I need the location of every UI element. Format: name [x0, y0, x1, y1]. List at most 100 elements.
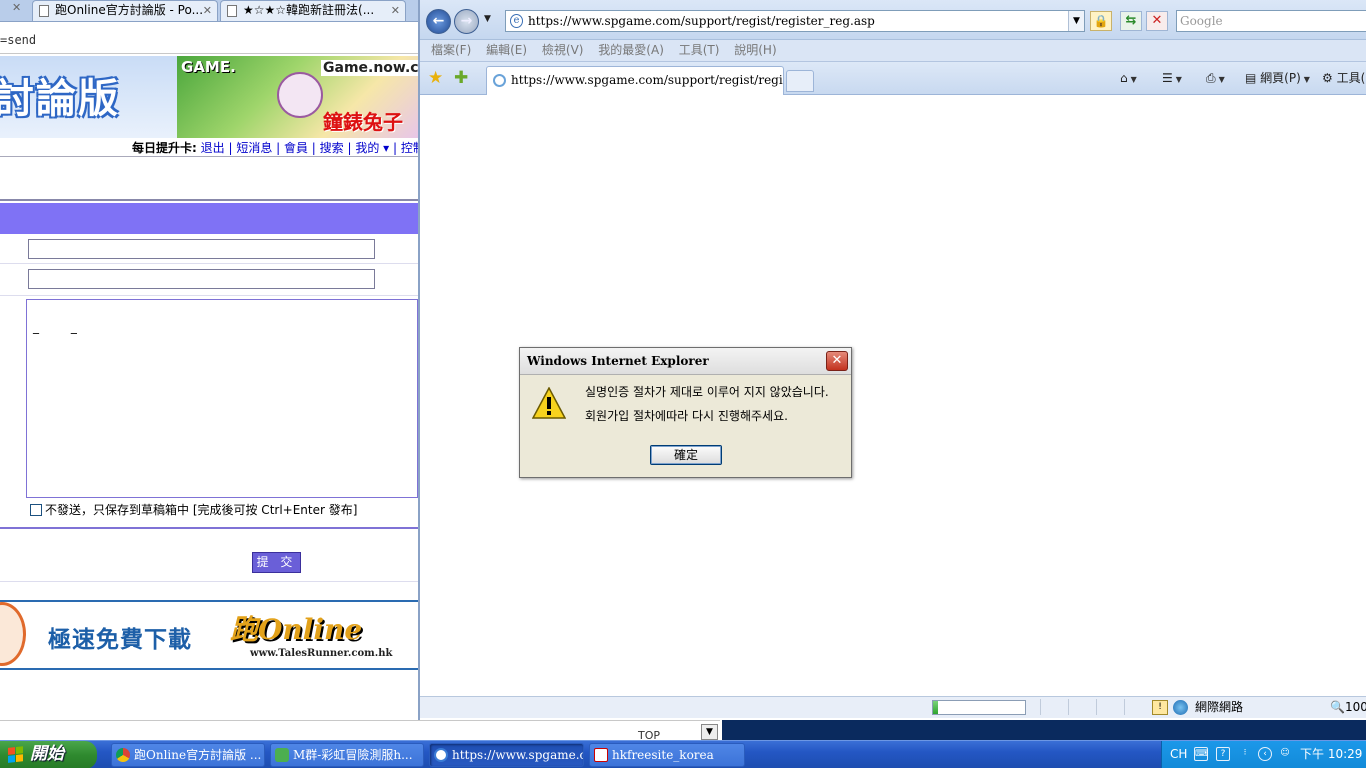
refresh-button[interactable]: ⇆ [1120, 11, 1142, 31]
taskbar-button-label: hkfreesite_korea [612, 748, 714, 762]
dialog-message-line1: 실명인증 절차가 제대로 이루어 지지 않았습니다. [585, 385, 829, 399]
gear-icon: ⚙ [1322, 71, 1333, 85]
taskbar: 開始 跑Online官方討論版 ... M群-彩虹冒險測服h... https:… [0, 740, 1366, 768]
zoom-value: 100% [1344, 700, 1366, 714]
close-icon[interactable]: ✕ [391, 1, 400, 20]
download-banner[interactable]: 極速免費下載 跑Online www.TalesRunner.com.hk [0, 596, 418, 676]
search-input[interactable]: Google [1176, 10, 1366, 32]
taskbar-button-messenger[interactable]: M群-彩虹冒險測服h... [270, 743, 424, 767]
divider [1124, 699, 1125, 715]
menu-tools[interactable]: 工具(T) [668, 40, 720, 60]
ok-button[interactable]: 確定 [650, 445, 722, 465]
favorites-star-icon[interactable]: ★ [428, 68, 443, 88]
taskbar-button-ie[interactable]: https://www.spgame.co... [429, 743, 584, 767]
menu-favorites[interactable]: 我的最愛(A) [587, 40, 664, 60]
divider [1096, 699, 1097, 715]
ie-tab-row: ★ ✚ https://www.spgame.com/support/regis… [420, 62, 1366, 95]
chrome-address-bar[interactable]: =send [0, 26, 418, 54]
draft-checkbox[interactable] [30, 503, 42, 516]
dialog-message-line2: 회원가입 절차에따라 다시 진행해주세요. [585, 409, 788, 423]
close-button[interactable]: ✕ [826, 351, 848, 371]
print-icon[interactable]: ⎙ ▼ [1206, 68, 1225, 90]
subject-input[interactable] [28, 239, 375, 259]
ie-navigation-bar: ← → ▼ e https://www.spgame.com/support/r… [420, 0, 1366, 40]
clock: 下午 10:29 [1300, 747, 1363, 761]
security-zone[interactable]: 網際網路 [1195, 697, 1243, 717]
submit-button[interactable]: 提 交 [252, 552, 301, 573]
forward-button[interactable]: → [454, 9, 479, 34]
user-icon[interactable]: ☺ [1278, 747, 1292, 761]
chrome-tab-forum[interactable]: 跑Online官方討論版 - Po... ✕ [32, 0, 218, 21]
zoom-level[interactable]: 🔍100% [1330, 697, 1366, 717]
start-button[interactable]: 開始 [0, 741, 97, 768]
ad-caption: 鐘錶兔子 [323, 110, 403, 134]
address-text: https://www.spgame.com/support/regist/re… [528, 14, 875, 28]
ie-address-bar[interactable]: e https://www.spgame.com/support/regist/… [505, 10, 1085, 32]
keyboard-icon[interactable]: ⌨ [1194, 747, 1208, 761]
menu-file[interactable]: 檔案(F) [420, 40, 471, 60]
taskbar-button-pdf[interactable]: hkfreesite_korea [589, 743, 745, 767]
back-arrow-icon[interactable]: ‹ [1258, 747, 1272, 761]
recent-pages-dropdown[interactable]: ▼ [484, 14, 491, 24]
protected-mode-icon[interactable]: ! [1152, 700, 1168, 715]
language-indicator[interactable]: CH [1170, 741, 1187, 768]
taskbar-button-label: M群-彩虹冒險測服h... [293, 748, 413, 762]
back-button[interactable]: ← [426, 9, 451, 34]
new-tab-button[interactable] [786, 70, 814, 92]
divider [0, 156, 418, 157]
rabbit-mascot-icon [277, 72, 323, 118]
save-draft-option[interactable]: 不發送，只保存到草稿箱中 [完成後可按 Ctrl+Enter 發布] [30, 501, 357, 518]
system-tray: CH ⌨ ? ⁝ ‹ ☺ 下午 10:29 [1161, 741, 1366, 768]
banner-stripe [0, 600, 418, 602]
tab-title: 跑Online官方討論版 - Po... [55, 3, 204, 17]
divider [0, 527, 418, 529]
tools-menu-label: 工具( [1336, 71, 1366, 85]
menu-view[interactable]: 檢視(V) [531, 40, 584, 60]
ie-icon [434, 748, 448, 762]
globe-icon [1173, 700, 1188, 715]
game-ad[interactable]: GAME. Game.now.co 鐘錶兔子 [177, 56, 418, 138]
tab-title: ★☆★☆韓跑新註冊法(... [243, 3, 375, 17]
tools-menu-button[interactable]: ⚙ 工具( [1322, 68, 1365, 88]
chevron-down-icon[interactable]: ▼ [701, 724, 718, 740]
ad-brand-site: Game.now.co [321, 60, 418, 76]
taskbar-button-chrome[interactable]: 跑Online官方討論版 ... [111, 743, 265, 767]
talesrunner-logo: 跑Online [230, 613, 363, 646]
pdf-icon [594, 748, 608, 762]
menu-edit[interactable]: 編輯(E) [475, 40, 527, 60]
chrome-tab-register[interactable]: ★☆★☆韓跑新註冊法(... ✕ [220, 0, 406, 21]
draft-label: 不發送，只保存到草稿箱中 [完成後可按 Ctrl+Enter 發布] [45, 503, 358, 517]
forum-title: 討論版 [0, 75, 120, 122]
post-editor[interactable]: _ _ [26, 299, 418, 498]
tray-chevron-icon[interactable]: ⁝ [1238, 747, 1252, 761]
close-icon[interactable]: ✕ [203, 1, 212, 20]
forum-nav-links[interactable]: 每日提升卡: 退出 | 短消息 | 會員 | 搜索 | 我的 ▾ | 控制 [132, 139, 418, 156]
divider [0, 581, 418, 582]
menu-help[interactable]: 說明(H) [723, 40, 776, 60]
progress-fill [933, 701, 938, 714]
ad-brand: GAME. [181, 58, 236, 76]
taskbar-button-label: 跑Online官方討論版 ... [134, 748, 262, 762]
address-dropdown-button[interactable]: ▼ [1068, 11, 1084, 31]
stop-button[interactable]: ✕ [1146, 11, 1168, 31]
help-icon[interactable]: ? [1216, 747, 1230, 761]
download-url: www.TalesRunner.com.hk [250, 648, 393, 659]
lock-icon[interactable]: 🔒 [1090, 11, 1112, 31]
nav-link-list[interactable]: 退出 | 短消息 | 會員 | 搜索 | 我的 ▾ | 控制 [201, 141, 418, 155]
rss-feed-icon[interactable]: ☰ ▼ [1162, 68, 1182, 90]
warning-icon [532, 387, 566, 419]
page-menu-icon: ▤ [1245, 71, 1257, 85]
page-icon [39, 5, 49, 17]
add-favorite-icon[interactable]: ✚ [454, 68, 468, 88]
ie-tab-title: https://www.spgame.com/support/regist/re… [511, 73, 783, 87]
page-menu-button[interactable]: ▤ 網頁(P) ▼ [1245, 68, 1310, 90]
ie-tab-register[interactable]: https://www.spgame.com/support/regist/re… [486, 66, 784, 95]
tag-input[interactable] [28, 269, 375, 289]
chrome-icon [116, 748, 130, 762]
home-icon[interactable]: ⌂ ▼ [1120, 68, 1137, 90]
close-icon[interactable]: ✕ [12, 1, 21, 14]
ie-menu-bar: 檔案(F) 編輯(E) 檢視(V) 我的最愛(A) 工具(T) 說明(H) [420, 40, 1366, 62]
divider [0, 295, 418, 296]
daily-card-label: 每日提升卡: [132, 141, 197, 155]
seal-icon [0, 602, 26, 666]
